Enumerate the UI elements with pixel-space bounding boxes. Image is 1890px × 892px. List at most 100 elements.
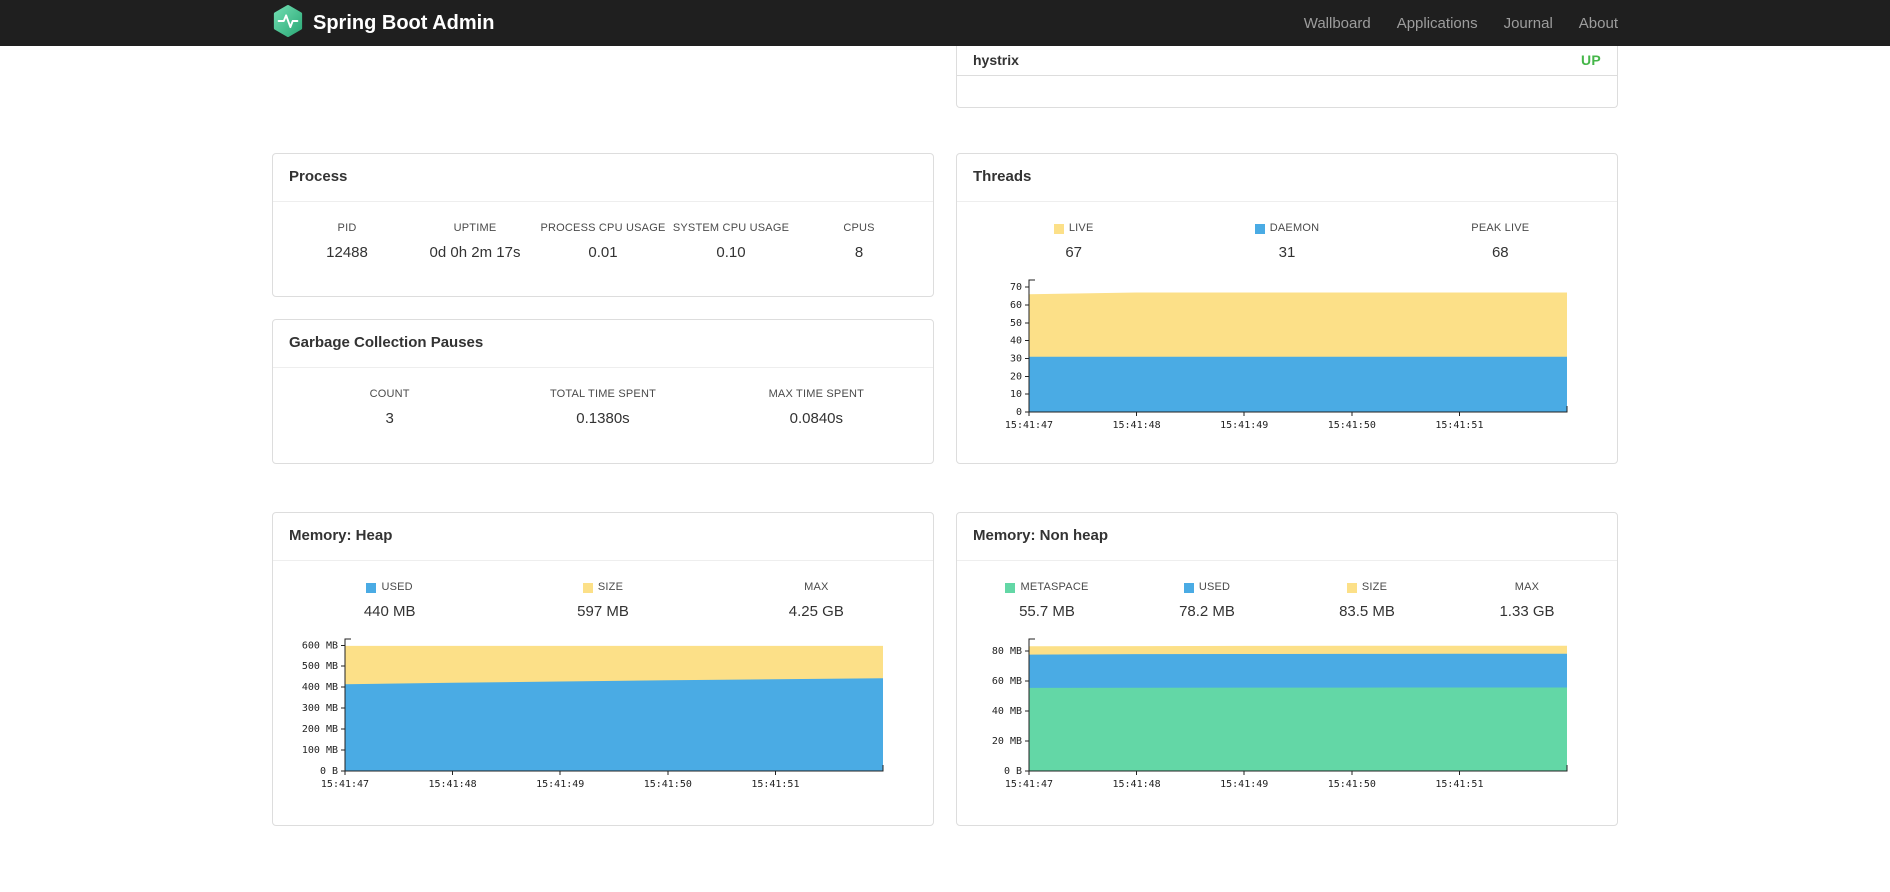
svg-text:0 B: 0 B [320, 766, 338, 777]
svg-text:15:41:50: 15:41:50 [644, 779, 692, 790]
svg-text:10: 10 [1010, 389, 1022, 400]
svg-text:40: 40 [1010, 336, 1022, 347]
page: Spring Boot Admin Wallboard Applications… [0, 0, 1890, 892]
svg-text:15:41:49: 15:41:49 [536, 779, 584, 790]
stat-value: 67 [1065, 244, 1082, 261]
stat-value: 78.2 MB [1179, 603, 1235, 620]
svg-text:15:41:50: 15:41:50 [1328, 779, 1376, 790]
main-content: Process PID 12488 UPTIME 0d 0h 2m 17s PR… [272, 46, 1618, 826]
garbage-collection-card: Garbage Collection Pauses COUNT 3 TOTAL … [272, 319, 934, 464]
stat-label: DAEMON [1180, 222, 1393, 235]
stat-nonheap-size: SIZE 83.5 MB [1287, 581, 1447, 621]
stat-label: LIVE [967, 222, 1180, 235]
svg-text:0: 0 [1016, 407, 1022, 418]
application-name: hystrix [973, 52, 1019, 68]
brand-title: Spring Boot Admin [313, 11, 495, 34]
stat-live: LIVE 67 [967, 222, 1180, 262]
stat-pid: PID 12488 [283, 222, 411, 262]
svg-text:300 MB: 300 MB [302, 703, 338, 714]
memory-nonheap-card-title: Memory: Non heap [957, 513, 1617, 561]
stat-value: 0d 0h 2m 17s [429, 244, 521, 261]
stat-uptime: UPTIME 0d 0h 2m 17s [411, 222, 539, 262]
memory-nonheap-stats: METASPACE 55.7 MB USED 78.2 MB SIZE 83.5… [957, 561, 1617, 621]
svg-text:60 MB: 60 MB [992, 676, 1022, 687]
svg-text:60: 60 [1010, 300, 1022, 311]
stat-label: TOTAL TIME SPENT [549, 388, 657, 400]
stat-value: 0.0840s [789, 410, 844, 427]
stat-value: 0.1380s [576, 410, 630, 427]
legend-swatch-size [1346, 582, 1357, 593]
stat-value: 31 [1278, 244, 1296, 261]
stat-label: METASPACE [967, 581, 1127, 594]
stat-label: CPUS [843, 222, 875, 234]
nav-item-journal[interactable]: Journal [1491, 15, 1566, 32]
nav-links: Wallboard Applications Journal About [1291, 15, 1618, 32]
threads-stats: LIVE 67 DAEMON 31 PEAK LIVE 68 [957, 202, 1617, 262]
stat-max-time-spent: MAX TIME SPENT 0.0840s [710, 388, 923, 428]
application-status-badge: UP [1580, 52, 1601, 68]
stat-value: 1.33 GB [1499, 603, 1555, 620]
memory-heap-chart: 0 B 100 MB 200 MB 300 MB 400 MB 500 MB 600 MB 1… [273, 621, 933, 802]
svg-text:15:41:47: 15:41:47 [1005, 779, 1053, 790]
svg-text:30: 30 [1010, 354, 1022, 365]
process-card-title: Process [273, 154, 933, 202]
right-column: hystrix UP Threads LIVE 67 DAEMON 31 PEA… [956, 46, 1618, 826]
memory-heap-card: Memory: Heap USED 440 MB SIZE 597 MB MAX… [272, 512, 934, 826]
stat-daemon: DAEMON 31 [1180, 222, 1393, 262]
stat-value: 55.7 MB [1019, 603, 1075, 620]
process-stats: PID 12488 UPTIME 0d 0h 2m 17s PROCESS CP… [273, 202, 933, 262]
svg-text:100 MB: 100 MB [302, 745, 338, 756]
legend-label: LIVE [1068, 222, 1094, 234]
stat-label: MAX TIME SPENT [768, 388, 865, 400]
memory-nonheap-card: Memory: Non heap METASPACE 55.7 MB USED … [956, 512, 1618, 826]
application-row-hystrix[interactable]: hystrix UP [957, 46, 1617, 76]
svg-text:15:41:51: 15:41:51 [1435, 779, 1483, 790]
stat-heap-max: MAX 4.25 GB [710, 581, 923, 621]
stat-label: SIZE [1287, 581, 1447, 594]
stat-metaspace: METASPACE 55.7 MB [967, 581, 1127, 621]
svg-text:200 MB: 200 MB [302, 724, 338, 735]
nav-item-about[interactable]: About [1566, 15, 1618, 32]
stat-label: MAX [1514, 581, 1540, 593]
stat-value: 12488 [326, 244, 368, 261]
stat-heap-used: USED 440 MB [283, 581, 496, 621]
legend-swatch-used [366, 582, 377, 593]
stat-count: COUNT 3 [283, 388, 496, 428]
stat-value: 3 [385, 410, 394, 427]
gc-card-title: Garbage Collection Pauses [273, 320, 933, 368]
legend-swatch-metaspace [1005, 582, 1016, 593]
svg-text:15:41:49: 15:41:49 [1220, 420, 1268, 431]
application-list-card: hystrix UP [956, 46, 1618, 108]
svg-text:15:41:47: 15:41:47 [1005, 420, 1053, 431]
legend-label: SIZE [597, 581, 624, 593]
threads-chart: 0 10 20 30 40 50 60 70 15:41:47 15:41:48 15:41:49 1… [957, 262, 1617, 443]
svg-text:500 MB: 500 MB [302, 661, 338, 672]
svg-text:0 B: 0 B [1004, 766, 1022, 777]
stat-heap-size: SIZE 597 MB [496, 581, 709, 621]
stat-value: 0.10 [716, 244, 746, 261]
stat-cpus: CPUS 8 [795, 222, 923, 262]
nav-item-wallboard[interactable]: Wallboard [1291, 15, 1384, 32]
threads-card-title: Threads [957, 154, 1617, 202]
memory-heap-stats: USED 440 MB SIZE 597 MB MAX 4.25 GB [273, 561, 933, 621]
memory-heap-card-title: Memory: Heap [273, 513, 933, 561]
stat-value: 83.5 MB [1339, 603, 1395, 620]
stat-label: PID [337, 222, 357, 234]
brand-link[interactable]: Spring Boot Admin [272, 4, 495, 42]
stat-system-cpu-usage: SYSTEM CPU USAGE 0.10 [667, 222, 795, 262]
stat-label: USED [1127, 581, 1287, 594]
stat-process-cpu-usage: PROCESS CPU USAGE 0.01 [539, 222, 667, 262]
svg-text:70: 70 [1010, 282, 1022, 293]
legend-swatch-live [1053, 223, 1064, 234]
svg-text:20 MB: 20 MB [992, 736, 1022, 747]
stat-value: 68 [1491, 244, 1509, 261]
stat-label: UPTIME [453, 222, 497, 234]
top-spacer [272, 46, 934, 153]
stat-peak-live: PEAK LIVE 68 [1394, 222, 1607, 262]
legend-label: SIZE [1361, 581, 1388, 593]
svg-text:15:41:51: 15:41:51 [751, 779, 799, 790]
nav-item-applications[interactable]: Applications [1384, 15, 1491, 32]
stat-label: USED [283, 581, 496, 594]
left-column: Process PID 12488 UPTIME 0d 0h 2m 17s PR… [272, 46, 934, 826]
legend-label: DAEMON [1269, 222, 1320, 234]
